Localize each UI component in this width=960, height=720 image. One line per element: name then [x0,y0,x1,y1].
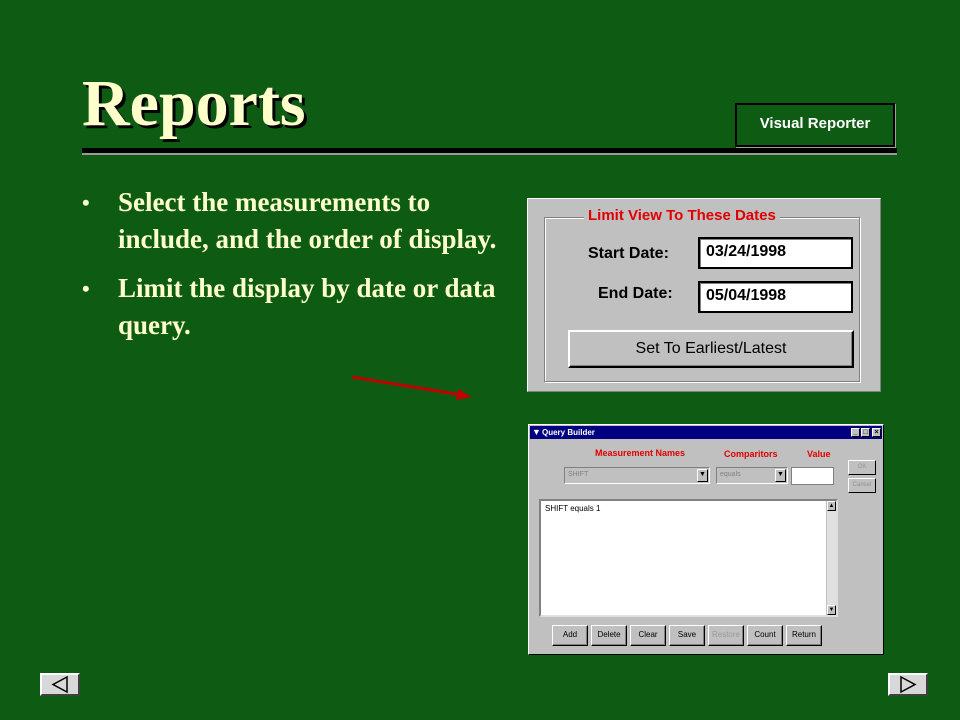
delete-button[interactable]: Delete [591,625,627,646]
slide-title: Reports [82,67,306,140]
comparitors-header: Comparitors [724,449,778,459]
next-slide-button[interactable] [888,673,928,696]
minimize-icon[interactable]: _ [851,428,860,437]
start-date-label: Start Date: [588,245,669,262]
measurement-select[interactable]: SHIFT ▼ [564,467,710,484]
measurement-names-header: Measurement Names [595,448,686,458]
start-date-input[interactable]: 03/24/1998 [698,237,853,269]
return-button[interactable]: Return [786,625,822,646]
query-builder-window: ▼ Query Builder _ □ × Measurement Names … [528,424,884,655]
arrow-right-icon [900,675,917,694]
vertical-scrollbar[interactable]: ▲ ▼ [826,501,836,615]
end-date-label: End Date: [598,285,673,302]
bullet-dot-icon: • [82,276,90,301]
query-text: SHIFT equals 1 [545,504,601,513]
window-title: Query Builder [542,428,595,437]
filter-icon: ▼ [532,427,541,437]
value-input[interactable] [791,467,834,485]
scroll-up-icon[interactable]: ▲ [827,501,836,511]
title-underline [82,148,897,153]
chevron-down-icon[interactable]: ▼ [697,469,708,482]
value-header: Value [807,449,831,459]
save-button[interactable]: Save [669,625,705,646]
visual-reporter-badge: Visual Reporter [735,103,895,147]
red-arrow-icon [351,375,472,400]
count-button[interactable]: Count [747,625,783,646]
scroll-down-icon[interactable]: ▼ [827,605,836,615]
query-text-area[interactable]: SHIFT equals 1 ▲ ▼ [539,499,838,617]
comparitor-select-value: equals [720,471,741,478]
bullet-text: Limit the display by date or data query. [118,273,496,340]
set-earliest-latest-button[interactable]: Set To Earliest/Latest [568,330,854,368]
bullet-item: • Select the measurements to include, an… [82,184,502,258]
bullet-item: • Limit the display by date or data quer… [82,270,502,344]
query-builder-titlebar[interactable]: ▼ Query Builder _ □ × [530,426,882,439]
chevron-down-icon[interactable]: ▼ [775,469,786,482]
cancel-button[interactable]: Cancel [848,478,876,493]
comparitor-select[interactable]: equals ▼ [716,467,788,484]
bullet-text: Select the measurements to include, and … [118,187,497,254]
date-range-panel: Limit View To These Dates Start Date: 03… [527,198,881,392]
ok-button[interactable]: OK [848,460,876,475]
add-button[interactable]: Add [552,625,588,646]
arrow-left-icon [51,675,68,694]
previous-slide-button[interactable] [40,673,80,696]
close-icon[interactable]: × [872,428,881,437]
measurement-select-value: SHIFT [568,471,589,478]
date-group-label: Limit View To These Dates [584,207,780,224]
end-date-input[interactable]: 05/04/1998 [698,281,853,313]
bullet-dot-icon: • [82,190,90,215]
bullet-list: • Select the measurements to include, an… [82,184,502,356]
maximize-icon[interactable]: □ [861,428,870,437]
clear-button[interactable]: Clear [630,625,666,646]
restore-button[interactable]: Restore [708,625,744,646]
